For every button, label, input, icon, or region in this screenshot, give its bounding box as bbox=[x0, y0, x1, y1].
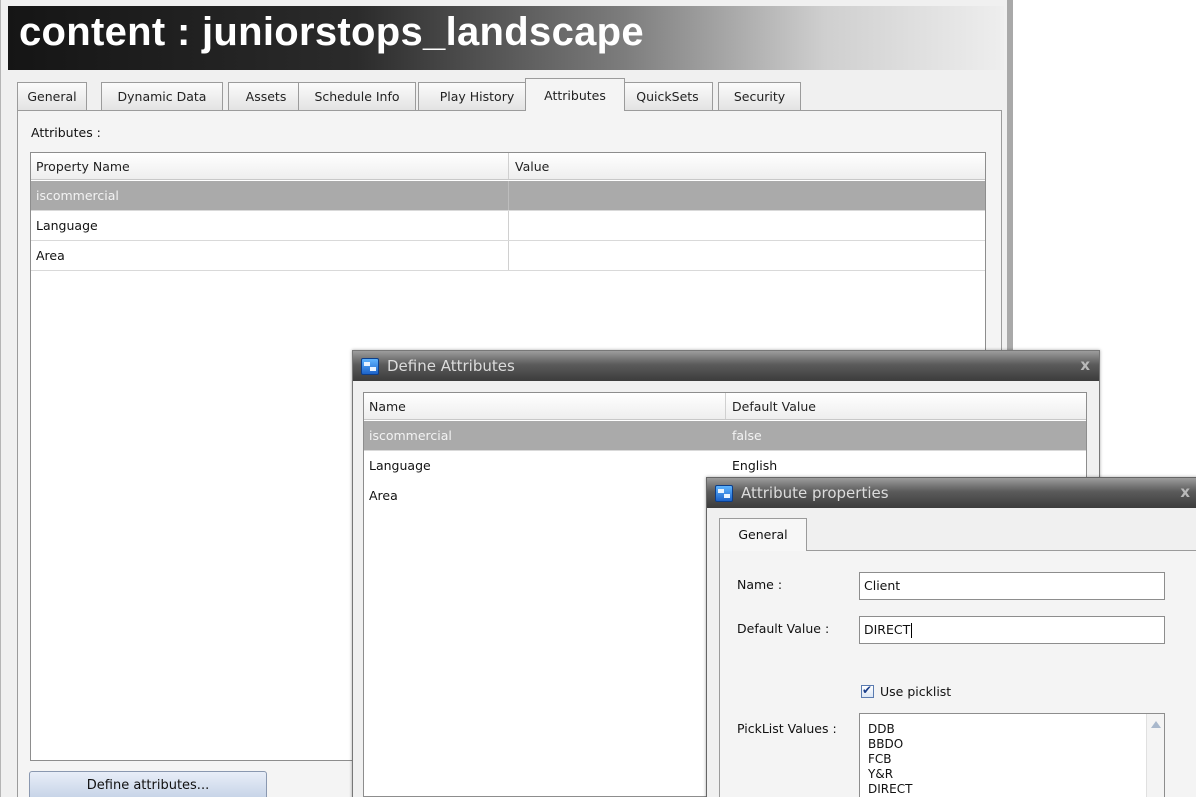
list-item: BBDO bbox=[868, 737, 904, 751]
column-header-property-name[interactable]: Property Name bbox=[31, 153, 130, 180]
tab-general[interactable]: General bbox=[719, 518, 807, 551]
picklist-values-textarea[interactable]: DDB BBDO FCB Y&R DIRECT bbox=[859, 713, 1165, 797]
property-name-cell: Area bbox=[36, 248, 65, 263]
attribute-name-cell: Language bbox=[369, 458, 431, 473]
use-picklist-label[interactable]: Use picklist bbox=[880, 684, 951, 699]
define-attributes-table-header: Name Default Value bbox=[364, 393, 1086, 420]
attributes-table-header: Property Name Value bbox=[31, 153, 985, 180]
column-divider bbox=[508, 241, 509, 270]
property-name-cell: Language bbox=[36, 218, 98, 233]
name-field[interactable]: Client bbox=[859, 572, 1165, 600]
default-value-cell: false bbox=[732, 428, 762, 443]
picklist-values-label: PickList Values : bbox=[737, 721, 837, 736]
name-label: Name : bbox=[737, 577, 783, 592]
value-cell[interactable] bbox=[510, 181, 515, 211]
use-picklist-checkbox[interactable] bbox=[861, 683, 874, 698]
list-item: DDB bbox=[868, 722, 895, 736]
tab-quicksets[interactable]: QuickSets bbox=[622, 82, 713, 110]
app-icon bbox=[715, 485, 733, 502]
close-icon[interactable]: x bbox=[1080, 356, 1090, 374]
column-header-default-value[interactable]: Default Value bbox=[727, 393, 816, 420]
attribute-properties-titlebar[interactable]: Attribute properties x bbox=[707, 478, 1196, 508]
value-cell[interactable] bbox=[510, 211, 515, 241]
column-divider[interactable] bbox=[508, 153, 509, 179]
column-header-name[interactable]: Name bbox=[364, 393, 406, 420]
tab-dynamic-data[interactable]: Dynamic Data bbox=[101, 82, 223, 110]
attribute-properties-title: Attribute properties bbox=[741, 484, 889, 502]
table-row[interactable]: iscommercial false bbox=[364, 421, 1086, 451]
tab-assets[interactable]: Assets bbox=[228, 82, 304, 110]
value-cell[interactable] bbox=[510, 241, 515, 271]
property-name-cell: iscommercial bbox=[36, 188, 119, 203]
table-row[interactable]: iscommercial bbox=[31, 181, 985, 211]
attributes-label: Attributes : bbox=[31, 125, 101, 140]
attribute-name-cell: Area bbox=[369, 488, 398, 503]
scroll-up-arrow-icon[interactable] bbox=[1151, 721, 1161, 728]
default-value-field[interactable]: DIRECT bbox=[859, 616, 1165, 644]
default-value-label: Default Value : bbox=[737, 621, 830, 636]
column-header-value[interactable]: Value bbox=[510, 153, 549, 180]
text-caret bbox=[911, 623, 913, 638]
content-title-banner: content : juniorstops_landscape bbox=[8, 6, 1004, 70]
page-title: content : juniorstops_landscape bbox=[19, 10, 644, 54]
attribute-properties-dialog: Attribute properties x General Name : Cl… bbox=[706, 477, 1196, 797]
table-row[interactable]: Area bbox=[31, 241, 985, 271]
tab-security[interactable]: Security bbox=[718, 82, 801, 110]
tab-play-history[interactable]: Play History bbox=[418, 82, 536, 110]
column-divider bbox=[508, 211, 509, 240]
picklist-scrollbar[interactable] bbox=[1146, 714, 1164, 797]
define-attributes-titlebar[interactable]: Define Attributes x bbox=[353, 351, 1099, 381]
app-icon bbox=[361, 358, 379, 375]
picklist-items: DDB BBDO FCB Y&R DIRECT bbox=[860, 714, 1164, 797]
column-divider[interactable] bbox=[725, 393, 726, 419]
attribute-properties-body: General Name : Client Default Value : DI… bbox=[707, 508, 1196, 797]
column-divider bbox=[508, 181, 509, 210]
tab-general[interactable]: General bbox=[17, 82, 87, 110]
general-tab-panel: Name : Client Default Value : DIRECT Use… bbox=[719, 550, 1196, 797]
table-row[interactable]: Language bbox=[31, 211, 985, 241]
list-item: DIRECT bbox=[868, 782, 913, 796]
define-attributes-title: Define Attributes bbox=[387, 357, 515, 375]
close-icon[interactable]: x bbox=[1180, 483, 1190, 501]
attribute-name-cell: iscommercial bbox=[369, 428, 452, 443]
list-item: Y&R bbox=[868, 767, 894, 781]
tab-attributes[interactable]: Attributes bbox=[525, 78, 625, 111]
define-attributes-button[interactable]: Define attributes... bbox=[29, 771, 267, 797]
list-item: FCB bbox=[868, 752, 892, 766]
tab-schedule-info[interactable]: Schedule Info bbox=[298, 82, 416, 110]
default-value-text: DIRECT bbox=[864, 622, 911, 637]
